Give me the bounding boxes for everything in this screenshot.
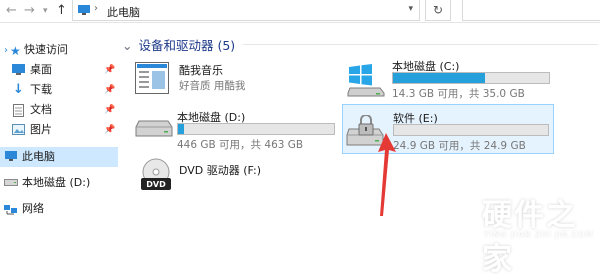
- forward-arrow-icon[interactable]: →: [24, 3, 35, 18]
- sidebar-item-label: 网络: [22, 202, 44, 215]
- drive-subtitle: 好音质 用酷我: [179, 80, 246, 92]
- computer-icon: [5, 151, 17, 161]
- pin-icon[interactable]: 📌: [104, 80, 115, 100]
- watermark: 硬件之家 YING JIAN ZHI JIA.COM: [420, 186, 600, 277]
- sidebar-item-quick-access[interactable]: › ★ 快速访问: [0, 40, 118, 60]
- sidebar-item-downloads[interactable]: ↓ 下载 📌: [0, 80, 118, 100]
- drive-usage-fill: [393, 73, 486, 83]
- sidebar-item-network[interactable]: 网络: [0, 199, 118, 219]
- windows-drive-icon: [347, 64, 385, 97]
- refresh-button[interactable]: ↻: [425, 0, 451, 21]
- drive-tile-d[interactable]: 本地磁盘 (D:) 446 GB 可用，共 463 GB: [133, 106, 337, 152]
- network-icon: [4, 205, 17, 215]
- star-icon: ★: [10, 44, 21, 58]
- address-bar[interactable]: › 此电脑 ▾: [72, 0, 420, 21]
- sidebar-item-label: 图片: [30, 123, 52, 136]
- sidebar-item-label: 此电脑: [22, 150, 55, 163]
- kuwo-music-icon: [135, 62, 169, 94]
- download-icon: ↓: [13, 82, 24, 97]
- drive-tile-kuwo[interactable]: 酷我音乐 好音质 用酷我: [133, 60, 333, 96]
- red-arrow-annotation: [378, 133, 396, 216]
- sidebar-item-this-pc[interactable]: 此电脑: [0, 147, 118, 167]
- pin-icon[interactable]: 📌: [104, 60, 115, 80]
- drive-space-text: 446 GB 可用，共 463 GB: [177, 139, 304, 151]
- search-input[interactable]: [462, 0, 600, 21]
- sidebar-item-desktop[interactable]: 桌面 📌: [0, 60, 118, 80]
- back-arrow-icon[interactable]: ←: [6, 3, 17, 18]
- section-divider: [243, 44, 598, 45]
- drive-usage-bar: [177, 123, 335, 135]
- navigation-bar: ← → ▾ ↑ › 此电脑 ▾ ↻: [0, 0, 600, 23]
- drive-name: 酷我音乐: [179, 64, 223, 77]
- breadcrumb-separator-icon: ›: [94, 3, 98, 14]
- sidebar-item-pictures[interactable]: 图片 📌: [0, 120, 118, 140]
- sidebar-item-label: 桌面: [30, 63, 52, 76]
- drive-usage-bar: [392, 72, 550, 84]
- desktop-icon: [12, 64, 25, 75]
- pin-icon[interactable]: 📌: [104, 120, 115, 140]
- navigation-pane: › ★ 快速访问 桌面 📌 ↓ 下载 📌 文档 📌 图片 📌 此电脑 本地磁盘 …: [0, 23, 118, 261]
- drive-icon: [135, 120, 173, 137]
- drive-tile-dvd[interactable]: DVD DVD 驱动器 (F:): [133, 158, 293, 194]
- chevron-down-icon: ⌄: [122, 38, 133, 53]
- devices-section-header[interactable]: ⌄ 设备和驱动器 (5): [122, 35, 235, 54]
- drive-usage-bar: [393, 124, 549, 136]
- address-dropdown-icon[interactable]: ▾: [408, 4, 413, 14]
- drive-space-text: 14.3 GB 可用，共 35.0 GB: [392, 88, 525, 100]
- drive-space-text: 24.9 GB 可用，共 24.9 GB: [393, 140, 526, 152]
- sidebar-item-label: 本地磁盘 (D:): [22, 176, 91, 189]
- drive-usage-fill: [178, 124, 185, 134]
- sidebar-item-label: 下载: [30, 83, 52, 96]
- svg-text:DVD: DVD: [146, 180, 166, 189]
- recent-chevron-icon[interactable]: ▾: [43, 6, 48, 16]
- quick-access-chevron-icon: ›: [4, 45, 8, 56]
- computer-icon: [78, 5, 90, 15]
- drive-tile-c[interactable]: 本地磁盘 (C:) 14.3 GB 可用，共 35.0 GB: [342, 55, 554, 101]
- address-text: 此电脑: [107, 6, 140, 19]
- sidebar-item-label: 快速访问: [24, 43, 68, 56]
- watermark-url: YING JIAN ZHI JIA.COM: [484, 230, 594, 239]
- sidebar-item-drive-d[interactable]: 本地磁盘 (D:): [0, 173, 118, 193]
- refresh-icon: ↻: [432, 3, 444, 17]
- section-title: 设备和驱动器 (5): [138, 38, 236, 53]
- picture-icon: [12, 124, 25, 135]
- up-arrow-icon[interactable]: ↑: [56, 3, 67, 18]
- dvd-drive-icon: DVD: [141, 158, 171, 190]
- sidebar-item-label: 文档: [30, 103, 52, 116]
- watermark-logo-icon: [430, 192, 470, 236]
- drive-name: DVD 驱动器 (F:): [179, 164, 262, 177]
- document-icon: [13, 104, 24, 117]
- sidebar-item-documents[interactable]: 文档 📌: [0, 100, 118, 120]
- pin-icon[interactable]: 📌: [104, 100, 115, 120]
- drive-icon: [4, 179, 18, 186]
